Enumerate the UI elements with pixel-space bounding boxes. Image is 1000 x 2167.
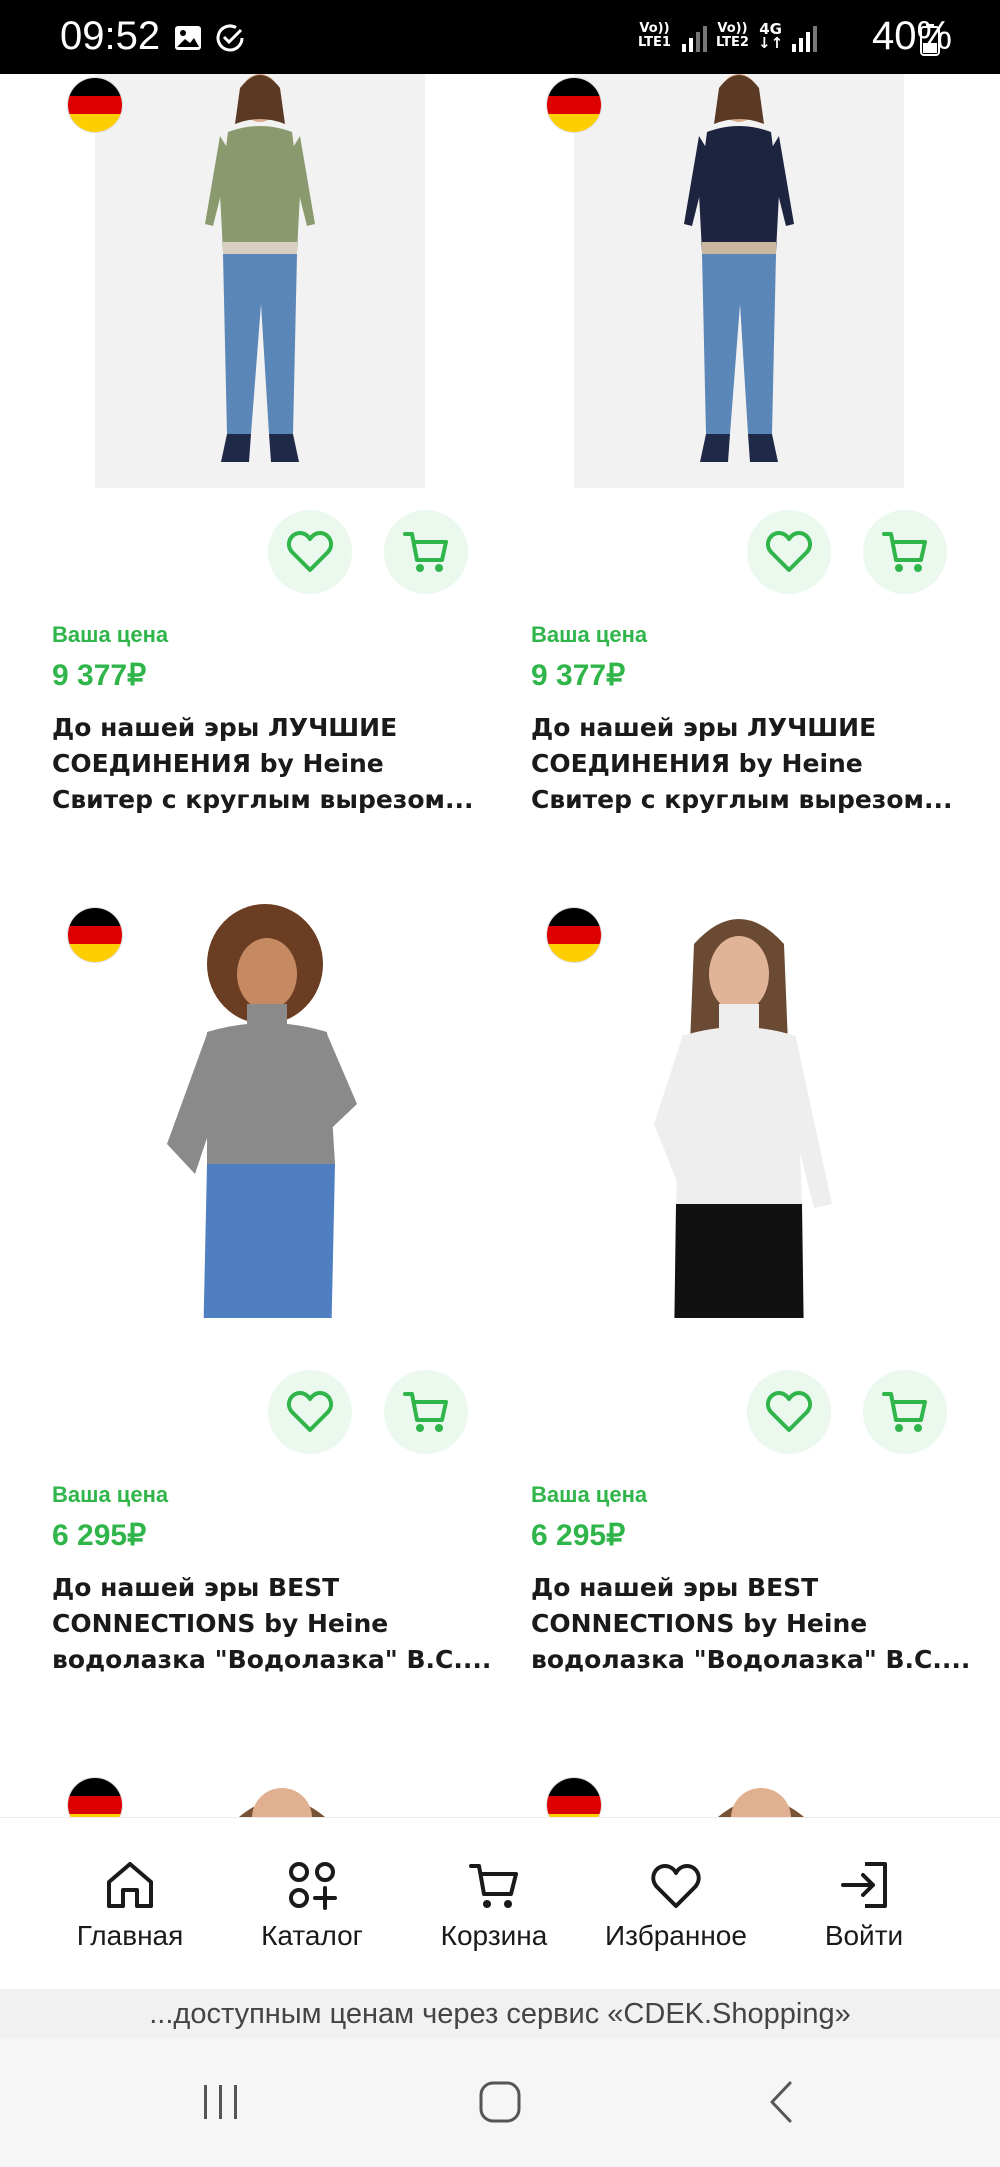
woman-grey-turtleneck-image (95, 904, 425, 1318)
product-title[interactable]: До нашей эры ЛУЧШИЕ СОЕДИНЕНИЯ by Heine … (52, 710, 492, 818)
heart-icon (287, 1391, 333, 1432)
nav-login[interactable]: Войти (774, 1858, 954, 1952)
woman-olive-sweater-image (95, 74, 425, 488)
price-label: Ваша цена (531, 1482, 648, 1507)
cart-icon (882, 532, 927, 572)
product-image[interactable] (574, 904, 904, 1318)
network-type: 4G ↓↑ (758, 20, 784, 52)
germany-flag-icon (547, 1778, 601, 1817)
battery-icon (920, 24, 940, 56)
heart-icon (766, 1391, 812, 1432)
back-icon[interactable] (760, 2079, 806, 2125)
nav-label: Главная (76, 1920, 184, 1951)
add-to-cart-button[interactable] (384, 510, 468, 594)
product-title[interactable]: До нашей эры BEST CONNECTIONS by Heine в… (531, 1570, 971, 1678)
cart-icon (403, 532, 448, 572)
product-image[interactable] (95, 74, 425, 488)
sim1-indicator: Vo)) LTE1 (638, 21, 671, 50)
nav-label: Каталог (261, 1920, 363, 1951)
signal-icon (792, 26, 817, 52)
heart-icon (766, 531, 812, 572)
price: 9 377₽ (52, 659, 147, 692)
catalog-icon (289, 1862, 337, 1910)
product-feed[interactable]: Ваша цена 9 377₽ До нашей эры ЛУЧШИЕ СОЕ… (0, 74, 1000, 1817)
price-label: Ваша цена (52, 1482, 169, 1507)
cart-icon (403, 1392, 448, 1432)
nav-label: Избранное (605, 1920, 747, 1951)
heart-icon (287, 531, 333, 572)
add-to-cart-button[interactable] (863, 510, 947, 594)
heart-icon (651, 1864, 701, 1908)
login-icon (841, 1862, 887, 1908)
germany-flag-icon (68, 908, 122, 962)
sim2-indicator: Vo)) LTE2 (716, 21, 749, 50)
nav-cart[interactable]: Корзина (404, 1858, 584, 1952)
check-circle-icon (216, 24, 244, 52)
germany-flag-icon (547, 908, 601, 962)
add-to-favorites-button[interactable] (747, 1370, 831, 1454)
add-to-favorites-button[interactable] (268, 1370, 352, 1454)
woman-navy-sweater-image (574, 74, 904, 488)
battery-percent: 40% (872, 14, 953, 58)
product-title[interactable]: До нашей эры BEST CONNECTIONS by Heine в… (52, 1570, 492, 1678)
germany-flag-icon (68, 1778, 122, 1817)
cart-icon (469, 1864, 518, 1908)
product-card[interactable] (52, 1774, 492, 1817)
product-image[interactable] (95, 904, 425, 1318)
promo-banner[interactable]: ...доступным ценам через сервис «CDEK.Sh… (0, 1989, 1000, 2039)
price-label: Ваша цена (52, 622, 169, 647)
status-bar: 09:52 Vo)) LTE1 Vo)) LTE2 4G ↓↑ 40% (0, 0, 1000, 74)
status-time: 09:52 (60, 14, 161, 58)
product-card[interactable]: Ваша цена 9 377₽ До нашей эры ЛУЧШИЕ СОЕ… (52, 74, 492, 874)
germany-flag-icon (68, 78, 122, 132)
product-card[interactable]: Ваша цена 9 377₽ До нашей эры ЛУЧШИЕ СОЕ… (531, 74, 971, 874)
home-button-icon[interactable] (477, 2079, 523, 2125)
nav-favorites[interactable]: Избранное (586, 1858, 766, 1952)
add-to-favorites-button[interactable] (747, 510, 831, 594)
product-image[interactable] (681, 1774, 841, 1817)
bottom-navigation: Главная Каталог Корзина Избранное Войти (0, 1817, 1000, 1989)
nav-catalog[interactable]: Каталог (222, 1858, 402, 1952)
product-image[interactable] (574, 74, 904, 488)
product-image[interactable] (202, 1774, 362, 1817)
add-to-cart-button[interactable] (384, 1370, 468, 1454)
nav-label: Войти (824, 1920, 904, 1951)
product-card[interactable]: Ваша цена 6 295₽ До нашей эры BEST CONNE… (531, 904, 971, 1704)
system-navigation-bar (0, 2039, 1000, 2167)
woman-white-turtleneck-image (574, 904, 904, 1318)
nav-home[interactable]: Главная (40, 1858, 220, 1952)
gallery-icon (175, 26, 201, 50)
price: 6 295₽ (531, 1519, 626, 1552)
germany-flag-icon (547, 78, 601, 132)
price: 9 377₽ (531, 659, 626, 692)
signal-icon (682, 26, 707, 52)
price: 6 295₽ (52, 1519, 147, 1552)
price-label: Ваша цена (531, 622, 648, 647)
cart-icon (882, 1392, 927, 1432)
recent-apps-icon[interactable] (198, 2079, 244, 2125)
product-card[interactable] (531, 1774, 971, 1817)
add-to-favorites-button[interactable] (268, 510, 352, 594)
home-icon (107, 1862, 153, 1908)
product-title[interactable]: До нашей эры ЛУЧШИЕ СОЕДИНЕНИЯ by Heine … (531, 710, 971, 818)
add-to-cart-button[interactable] (863, 1370, 947, 1454)
nav-label: Корзина (440, 1920, 548, 1951)
product-card[interactable]: Ваша цена 6 295₽ До нашей эры BEST CONNE… (52, 904, 492, 1704)
